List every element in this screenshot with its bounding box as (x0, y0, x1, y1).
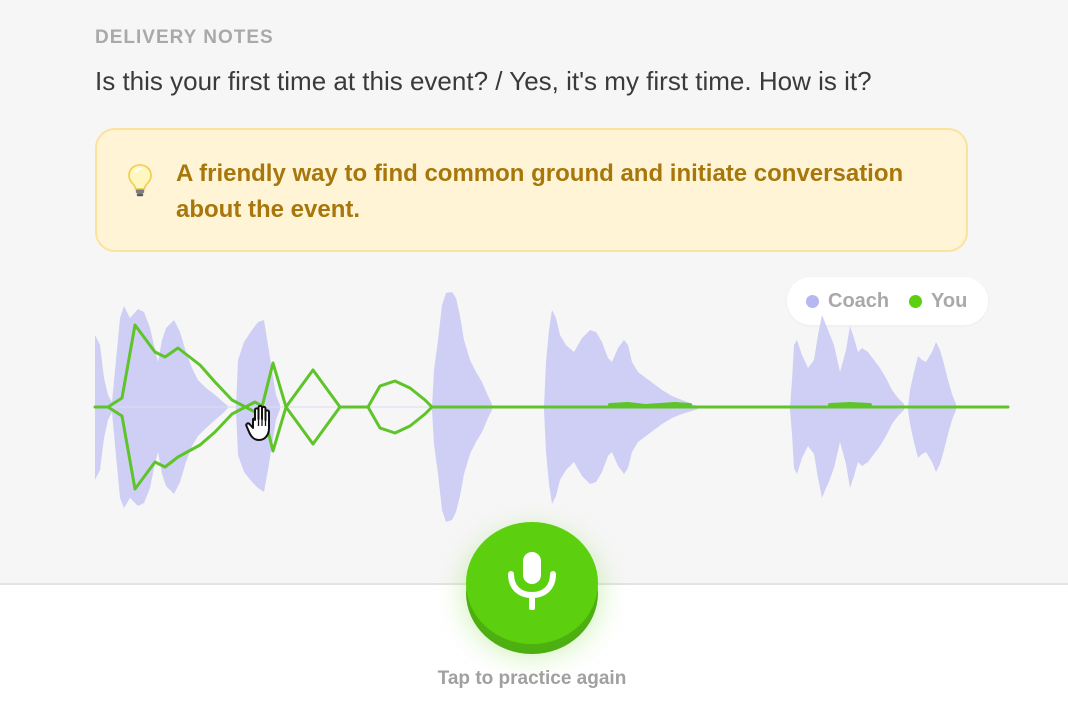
hand-cursor-icon (245, 404, 270, 441)
record-button[interactable] (466, 522, 598, 644)
tip-card: A friendly way to find common ground and… (95, 128, 968, 252)
delivery-panel: DELIVERY NOTES Is this your first time a… (0, 0, 1068, 585)
practice-phrase: Is this your first time at this event? /… (95, 66, 872, 96)
waveform[interactable] (0, 280, 1068, 530)
you-waveform-bump-2 (828, 402, 872, 407)
lightbulb-icon (128, 164, 152, 197)
microphone-icon (508, 552, 556, 610)
section-label: DELIVERY NOTES (95, 27, 274, 48)
tip-text: A friendly way to find common ground and… (176, 160, 904, 223)
record-caption: Tap to practice again (437, 668, 627, 689)
record-control (466, 522, 598, 654)
you-waveform-bump (608, 402, 692, 408)
